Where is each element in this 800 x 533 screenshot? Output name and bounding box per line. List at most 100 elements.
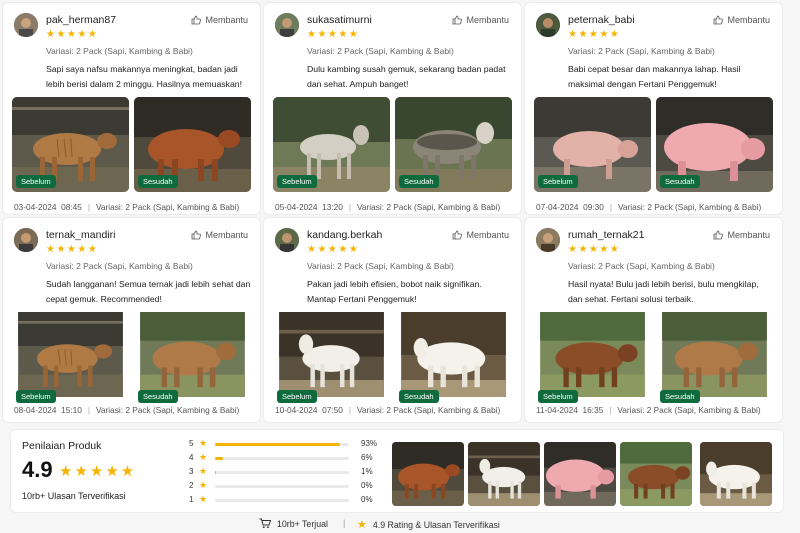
helpful-label: Membantu	[205, 15, 248, 25]
before-photo[interactable]: Sebelum	[273, 97, 390, 192]
before-tag: Sebelum	[16, 175, 56, 188]
review-time: 13:20	[322, 202, 343, 212]
avatar	[275, 228, 299, 252]
rating-percent: 0%	[361, 481, 373, 490]
review-time: 15:10	[61, 405, 82, 415]
review-time: 07:50	[322, 405, 343, 415]
star-icon: ★	[199, 466, 208, 476]
thumbs-up-icon	[453, 15, 463, 25]
avatar	[14, 228, 38, 252]
footer-stats: 10rb+ Terjual | ★ 4.9 Rating & Ulasan Te…	[0, 515, 800, 533]
rating-stars: ★★★★★	[46, 29, 99, 40]
review-card: peternak_babi ★★★★★ Membantu Variasi: 2 …	[524, 2, 783, 215]
gallery-thumbnail[interactable]	[700, 442, 772, 506]
review-date: 07-04-2024	[536, 202, 579, 212]
helpful-button[interactable]: Membantu	[713, 15, 770, 25]
after-photo[interactable]: Sesudah	[395, 97, 512, 192]
star-icon: ★	[199, 438, 208, 448]
before-tag: Sebelum	[16, 390, 56, 403]
helpful-button[interactable]: Membantu	[452, 230, 509, 240]
rating-row-3[interactable]: 3 ★ 1%	[187, 466, 382, 480]
helpful-button[interactable]: Membantu	[191, 230, 248, 240]
rating-row-1[interactable]: 1 ★ 0%	[187, 494, 382, 508]
rating-stars: ★★★★★	[568, 29, 621, 40]
review-text: Pakan jadi lebih efisien, bobot naik sig…	[307, 279, 482, 304]
variant-text: Variasi: 2 Pack (Sapi, Kambing & Babi)	[46, 261, 193, 271]
rating-bar-track	[215, 457, 349, 460]
review-time: 16:35	[582, 405, 604, 415]
gallery-thumbnail[interactable]	[544, 442, 616, 506]
helpful-button[interactable]: Membantu	[713, 230, 770, 240]
reviewer-name[interactable]: rumah_ternak21	[568, 229, 644, 241]
rating-stat: ★ 4.9 Rating & Ulasan Terverifikasi	[357, 518, 500, 531]
review-count: 10rb+ Ulasan Terverifikasi	[22, 491, 126, 501]
gallery-thumbnail[interactable]	[620, 442, 692, 506]
after-photo[interactable]: Sesudah	[656, 312, 773, 407]
review-date: 03-04-2024	[14, 202, 57, 212]
review-text: Hasil nyata! Bulu jadi lebih berisi, bul…	[568, 279, 759, 304]
gallery-thumbnail[interactable]	[468, 442, 540, 506]
cart-icon	[259, 518, 271, 529]
reviewer-name[interactable]: ternak_mandiri	[46, 229, 115, 241]
rating-percent: 93%	[361, 439, 378, 448]
helpful-label: Membantu	[727, 15, 770, 25]
rating-row-2[interactable]: 2 ★ 0%	[187, 480, 382, 494]
reviewer-name[interactable]: pak_herman87	[46, 14, 116, 26]
before-tag: Sebelum	[277, 390, 317, 403]
after-photo[interactable]: Sesudah	[656, 97, 773, 192]
review-card: kandang.berkah ★★★★★ Membantu Variasi: 2…	[263, 217, 522, 423]
thumbs-up-icon	[192, 15, 202, 25]
reviewer-name[interactable]: kandang.berkah	[307, 229, 382, 241]
rating-row-5[interactable]: 5 ★ 93%	[187, 438, 382, 452]
review-card: sukasatimurni ★★★★★ Membantu Variasi: 2 …	[263, 2, 522, 215]
after-photo[interactable]: Sesudah	[134, 97, 251, 192]
avatar	[536, 13, 560, 37]
helpful-button[interactable]: Membantu	[191, 15, 248, 25]
review-date: 05-04-2024	[275, 202, 318, 212]
before-photo[interactable]: Sebelum	[534, 312, 651, 407]
rating-summary-text: 4.9 Rating & Ulasan Terverifikasi	[372, 519, 500, 530]
star-icon: ★	[199, 494, 208, 504]
after-tag: Sesudah	[399, 390, 439, 403]
helpful-label: Membantu	[466, 230, 509, 240]
rating-level: 3	[189, 467, 194, 476]
rating-row-4[interactable]: 4 ★ 6%	[187, 452, 382, 466]
after-tag: Sesudah	[138, 390, 178, 403]
helpful-button[interactable]: Membantu	[452, 15, 509, 25]
summary-title: Penilaian Produk	[22, 440, 102, 452]
review-meta: 08-04-2024 15:10 | Variasi: 2 Pack (Sapi, …	[14, 405, 240, 415]
review-card: pak_herman87 ★★★★★ Membantu Variasi: 2 P…	[2, 2, 261, 215]
rating-bar-fill	[215, 443, 340, 446]
before-photo[interactable]: Sebelum	[273, 312, 390, 407]
avatar	[275, 13, 299, 37]
rating-stars: ★★★★★	[307, 29, 360, 40]
before-photo[interactable]: Sebelum	[12, 97, 129, 192]
review-date: 11-04-2024	[536, 405, 578, 415]
after-tag: Sesudah	[399, 175, 439, 188]
helpful-label: Membantu	[205, 230, 248, 240]
review-text: Dulu kambing susah gemuk, sekarang badan…	[307, 64, 506, 89]
review-meta: 11-04-2024 16:35 | Variasi: 2 Pack (Sapi, …	[536, 405, 761, 415]
thumbs-up-icon	[714, 15, 724, 25]
star-icon: ★	[357, 519, 367, 531]
rating-bar-track	[215, 443, 349, 446]
meta-variant: Variasi: 2 Pack (Sapi, Kambing & Babi)	[96, 405, 240, 415]
thumbs-up-icon	[714, 230, 724, 240]
review-meta: 10-04-2024 07:50 | Variasi: 2 Pack (Sapi, …	[275, 405, 501, 415]
before-photo[interactable]: Sebelum	[12, 312, 129, 407]
rating-stars: ★★★★★	[568, 244, 621, 255]
review-card: ternak_mandiri ★★★★★ Membantu Variasi: 2…	[2, 217, 261, 423]
gallery-thumbnail[interactable]	[392, 442, 464, 506]
rating-summary: Penilaian Produk 4.9 ★★★★★ 10rb+ Ulasan …	[10, 429, 784, 513]
sold-count: 10rb+ Terjual	[277, 518, 328, 529]
reviewer-name[interactable]: peternak_babi	[568, 14, 635, 26]
helpful-label: Membantu	[466, 15, 509, 25]
before-photo[interactable]: Sebelum	[534, 97, 651, 192]
rating-level: 1	[189, 495, 194, 504]
review-meta: 05-04-2024 13:20 | Variasi: 2 Pack (Sapi, …	[275, 202, 501, 212]
reviewer-name[interactable]: sukasatimurni	[307, 14, 372, 26]
after-photo[interactable]: Sesudah	[134, 312, 251, 407]
after-tag: Sesudah	[660, 390, 700, 403]
rating-level: 4	[189, 453, 194, 462]
after-photo[interactable]: Sesudah	[395, 312, 512, 407]
